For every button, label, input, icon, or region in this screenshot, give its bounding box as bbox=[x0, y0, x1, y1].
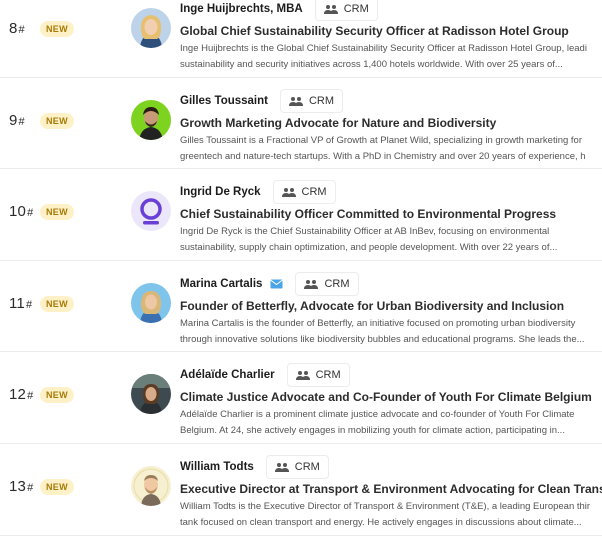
list-item[interactable]: 9# NEW Gilles Toussaint CRM Growth Marke… bbox=[0, 78, 602, 170]
rank-number: 12# bbox=[9, 386, 34, 404]
list-item[interactable]: 11# NEW Marina Cartalis CRM Founder of B… bbox=[0, 261, 602, 353]
new-badge: NEW bbox=[40, 478, 74, 495]
name-line: Inge Huijbrechts, MBA CRM bbox=[180, 0, 378, 21]
crm-label: CRM bbox=[324, 277, 350, 290]
name-line: Gilles Toussaint CRM bbox=[180, 88, 344, 113]
crm-button[interactable]: CRM bbox=[265, 454, 329, 479]
rank-number: 13# bbox=[9, 477, 34, 495]
list-item[interactable]: 13# NEW William Todts CRM Executive Dire… bbox=[0, 444, 602, 536]
person-title: Growth Marketing Advocate for Nature and… bbox=[180, 115, 497, 130]
crm-button[interactable]: CRM bbox=[314, 0, 378, 21]
crm-label: CRM bbox=[301, 186, 327, 199]
new-badge: NEW bbox=[40, 295, 74, 312]
new-badge: NEW bbox=[40, 21, 74, 37]
person-name[interactable]: Marina Cartalis bbox=[180, 278, 262, 290]
avatar[interactable] bbox=[131, 374, 171, 415]
avatar[interactable] bbox=[131, 191, 171, 232]
person-title: Executive Director at Transport & Enviro… bbox=[180, 481, 602, 496]
person-title: Chief Sustainability Officer Committed t… bbox=[180, 207, 557, 222]
person-name[interactable]: Inge Huijbrechts, MBA bbox=[180, 3, 303, 15]
person-title: Climate Justice Advocate and Co-Founder … bbox=[180, 390, 592, 405]
users-icon bbox=[295, 371, 310, 381]
name-line: Adélaïde Charlier CRM bbox=[180, 363, 350, 388]
crm-button[interactable]: CRM bbox=[279, 88, 344, 113]
avatar[interactable] bbox=[131, 465, 171, 506]
person-description: William Todts is the Executive Director … bbox=[180, 500, 591, 528]
new-badge: NEW bbox=[40, 204, 74, 221]
person-name[interactable]: Gilles Toussaint bbox=[180, 95, 268, 107]
crm-button[interactable]: CRM bbox=[286, 363, 350, 388]
person-name[interactable]: Ingrid De Ryck bbox=[180, 186, 261, 198]
users-icon bbox=[304, 279, 319, 289]
crm-label: CRM bbox=[308, 94, 335, 107]
rank-number: 10# bbox=[9, 203, 34, 221]
name-line: William Todts CRM bbox=[180, 454, 329, 479]
name-line: Ingrid De Ryck CRM bbox=[180, 180, 336, 205]
crm-label: CRM bbox=[294, 460, 320, 473]
people-list: 8# NEW Inge Huijbrechts, MBA CRM Global … bbox=[0, 0, 602, 536]
crm-label: CRM bbox=[343, 3, 369, 15]
crm-button[interactable]: CRM bbox=[295, 271, 359, 296]
person-title: Global Chief Sustainability Security Off… bbox=[180, 24, 569, 38]
users-icon bbox=[288, 96, 303, 106]
avatar[interactable] bbox=[131, 8, 171, 48]
users-icon bbox=[323, 5, 338, 14]
rank-number: 8# bbox=[9, 20, 25, 37]
person-description: Adélaïde Charlier is a prominent climate… bbox=[180, 409, 575, 437]
person-title: Founder of Betterfly, Advocate for Urban… bbox=[180, 298, 565, 313]
new-badge: NEW bbox=[40, 112, 74, 129]
avatar[interactable] bbox=[131, 99, 171, 140]
person-description: Gilles Toussaint is a Fractional VP of G… bbox=[180, 134, 586, 162]
new-badge: NEW bbox=[40, 387, 74, 404]
person-name[interactable]: William Todts bbox=[180, 461, 254, 473]
person-name[interactable]: Adélaïde Charlier bbox=[180, 369, 275, 381]
list-item[interactable]: 10# NEW Ingrid De Ryck CRM Chief Sustain… bbox=[0, 169, 602, 261]
rank-number: 9# bbox=[9, 111, 25, 129]
mail-icon[interactable] bbox=[270, 279, 284, 289]
name-line: Marina Cartalis CRM bbox=[180, 271, 359, 296]
person-description: Ingrid De Ryck is the Chief Sustainabili… bbox=[180, 226, 558, 254]
rank-number: 11# bbox=[9, 294, 33, 312]
list-item[interactable]: 8# NEW Inge Huijbrechts, MBA CRM Global … bbox=[0, 0, 602, 78]
crm-button[interactable]: CRM bbox=[272, 180, 336, 205]
avatar[interactable] bbox=[131, 282, 171, 323]
person-description: Marina Cartalis is the founder of Better… bbox=[180, 317, 585, 345]
person-description: Inge Huijbrechts is the Global Chief Sus… bbox=[180, 43, 587, 70]
list-item[interactable]: 12# NEW Adélaïde Charlier CRM Climate Ju… bbox=[0, 352, 602, 444]
crm-label: CRM bbox=[315, 369, 341, 382]
users-icon bbox=[281, 188, 296, 198]
users-icon bbox=[274, 462, 289, 472]
